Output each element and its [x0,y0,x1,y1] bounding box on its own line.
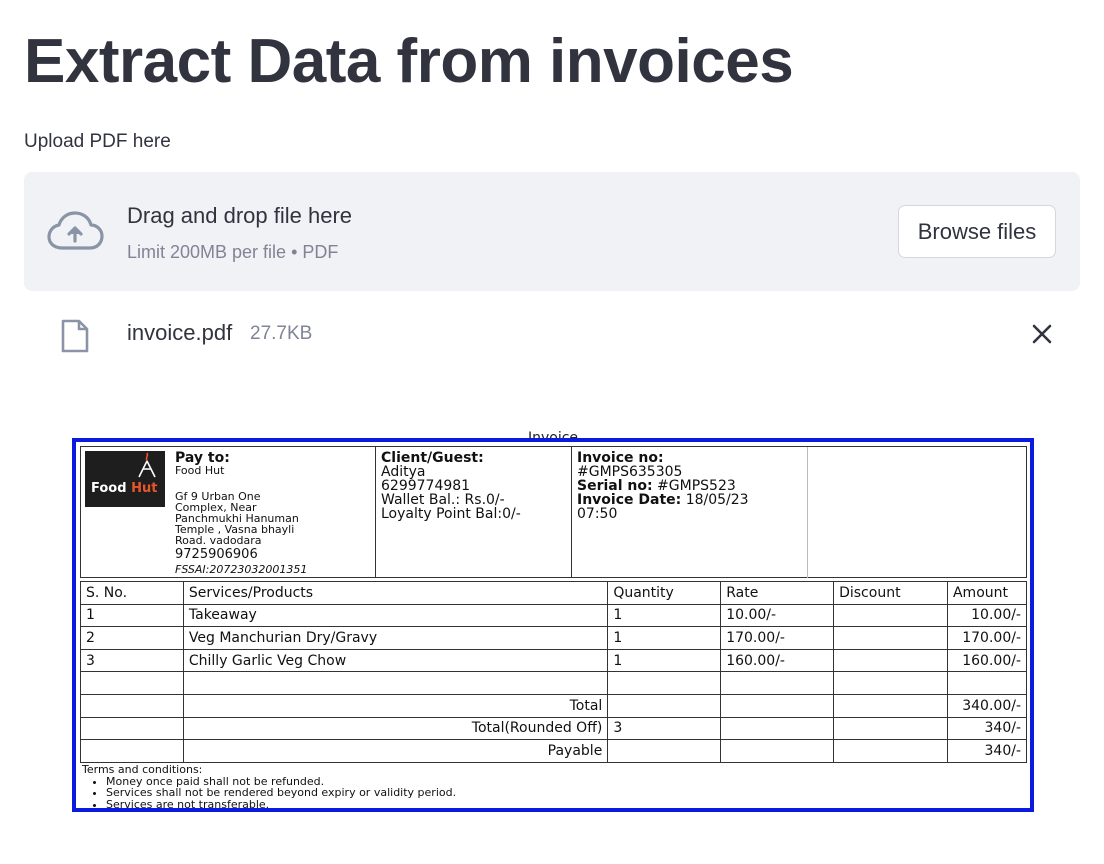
cell-sno: 1 [80,603,184,628]
payable-amount: 340/- [946,739,1028,763]
cloud-upload-icon [47,211,104,250]
table-header-row: S. No. Services/Products Quantity Rate D… [80,581,1028,605]
rounded-total-row: Total(Rounded Off) 3 340/- [80,716,1028,741]
payable-label: Payable [182,739,609,763]
cell-item: Veg Manchurian Dry/Gravy [182,626,609,650]
cell-discount [833,648,948,673]
pay-to-block: Pay to: Food Hut Gf 9 Urban One Complex,… [175,451,375,577]
total-amount: 340.00/- [946,693,1028,718]
cell-rate: 160.00/- [720,648,835,673]
food-hut-logo: Food Hut [85,451,165,507]
col-header: Quantity [607,581,722,605]
invoice-no: #GMPS635305 [577,464,683,480]
client-phone: 6299774981 [381,478,471,494]
payable-row: Payable 340/- [80,739,1028,763]
table-row-empty [80,671,1028,695]
browse-files-button[interactable]: Browse files [898,205,1056,258]
cell-amount: 10.00/- [946,603,1028,628]
table-row: 1 Takeaway 1 10.00/- 10.00/- [80,603,1028,628]
invoice-items-table: S. No. Services/Products Quantity Rate D… [80,581,1028,763]
cell-qty: 1 [607,626,722,650]
terms-item: Services shall not be rendered beyond ex… [106,787,456,799]
cell-item: Takeaway [182,603,609,628]
logo-food: Food [91,481,127,496]
cell-item: Chilly Garlic Veg Chow [182,648,609,673]
file-dropzone[interactable]: Drag and drop file here Limit 200MB per … [24,172,1080,291]
client-block: Client/Guest: Aditya 6299774981 Wallet B… [381,451,571,521]
pay-to-address-4: Road. vadodara [175,534,262,547]
file-name: invoice.pdf [127,320,233,345]
cell-amount: 160.00/- [946,648,1028,673]
table-row: 3 Chilly Garlic Veg Chow 1 160.00/- 160.… [80,648,1028,673]
uploaded-file-row: invoice.pdf 27.7KB [24,310,1080,360]
col-header: S. No. [80,581,184,605]
cell-amount: 170.00/- [946,626,1028,650]
cell-discount [833,603,948,628]
cell-sno: 3 [80,648,184,673]
cell-qty: 1 [607,603,722,628]
rounded-qty: 3 [607,716,722,741]
pay-to-heading: Pay to: [175,450,230,466]
client-loyalty: Loyalty Point Bal:0/- [381,506,521,522]
terms-item: Services are not transferable. [106,798,456,811]
cell-qty: 1 [607,648,722,673]
dropzone-limit: Limit 200MB per file • PDF [127,242,339,262]
logo-hut: Hut [131,481,158,496]
pay-to-fssai: FSSAI:20723032001351 [175,563,308,576]
rounded-label: Total(Rounded Off) [182,716,609,741]
dropzone-title: Drag and drop file here [127,203,353,228]
invoice-meta-block: Invoice no: #GMPS635305 Serial no: #GMPS… [577,451,807,521]
upload-label: Upload PDF here [24,131,171,152]
cell-sno: 2 [80,626,184,650]
cell-discount [833,626,948,650]
col-header: Services/Products [182,581,609,605]
col-header: Amount [946,581,1028,605]
cell-rate: 170.00/- [720,626,835,650]
client-wallet: Wallet Bal.: Rs.0/- [381,492,505,508]
col-header: Discount [833,581,948,605]
file-size: 27.7KB [250,323,313,344]
page-title: Extract Data from invoices [24,27,794,96]
terms-block: Terms and conditions: Money once paid sh… [82,764,456,810]
client-heading: Client/Guest: [381,450,484,466]
invoice-time: 07:50 [577,506,618,522]
cell-rate: 10.00/- [720,603,835,628]
client-name: Aditya [381,464,426,480]
file-icon [61,319,89,353]
invoice-preview: Invoice Food Hut Pay to: Food Hut Gf 9 U… [72,430,1034,812]
invoice-header: Food Hut Pay to: Food Hut Gf 9 Urban One… [80,446,1027,578]
terms-heading: Terms and conditions: [82,763,203,776]
total-label: Total [182,693,609,718]
close-icon[interactable] [1028,320,1056,348]
pay-to-name: Food Hut [175,464,225,477]
table-row: 2 Veg Manchurian Dry/Gravy 1 170.00/- 17… [80,626,1028,650]
pay-to-phone: 9725906906 [175,547,258,562]
col-header: Rate [720,581,835,605]
rounded-amount: 340/- [946,716,1028,741]
invoice-document: Food Hut Pay to: Food Hut Gf 9 Urban One… [72,438,1034,812]
total-row: Total 340.00/- [80,693,1028,718]
invoice-date: 18/05/23 [685,492,749,508]
